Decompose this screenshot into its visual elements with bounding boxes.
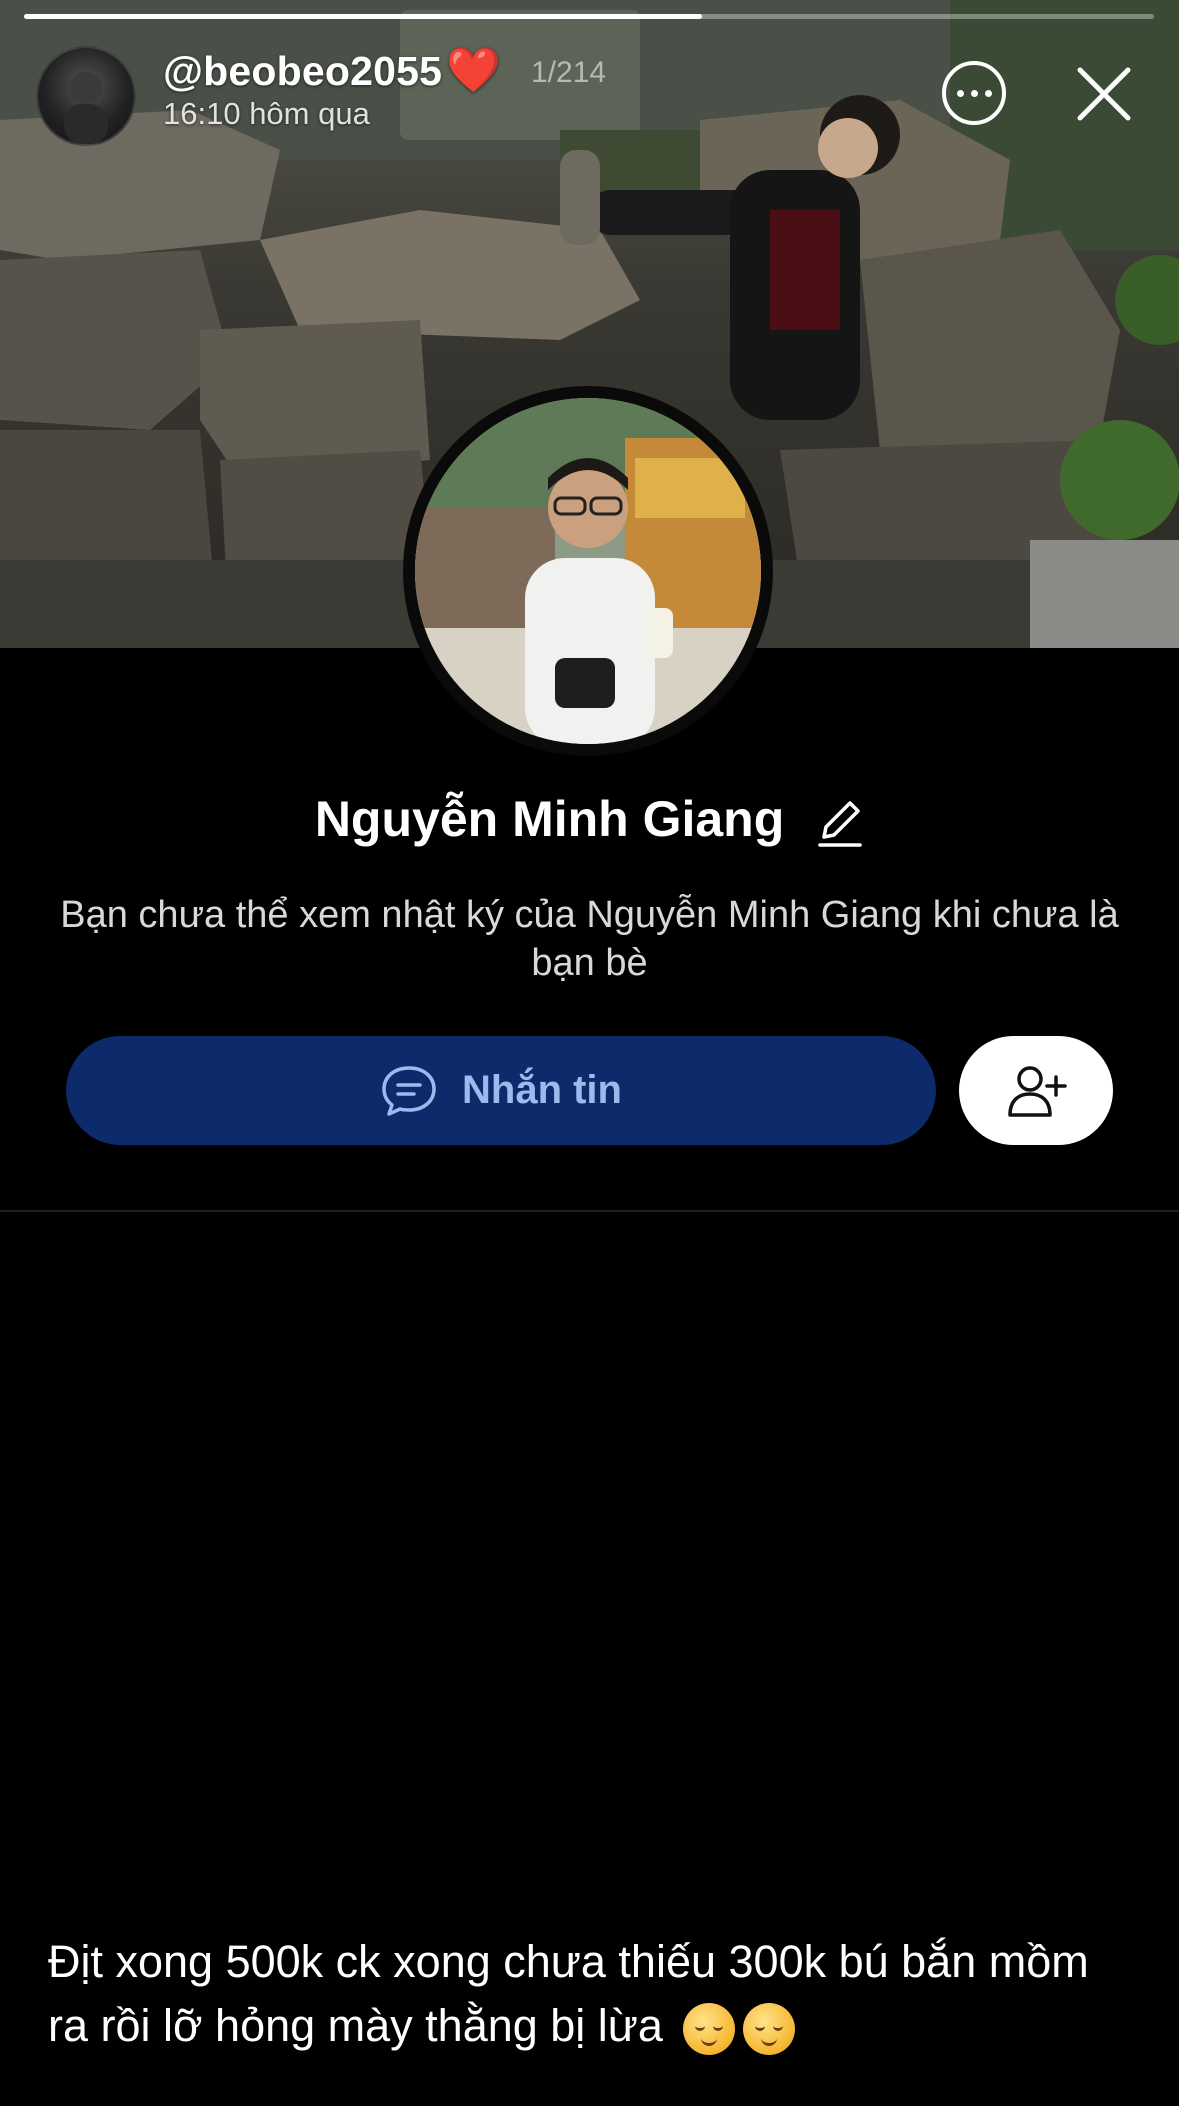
story-caption: Địt xong 500k ck xong chưa thiếu 300k bú… (48, 1930, 1138, 2058)
more-options-icon-dot (970, 89, 978, 97)
heart-emoji: ❤️ (446, 46, 502, 95)
profile-name: Nguyễn Minh Giang (0, 790, 1179, 849)
close-icon (1077, 67, 1131, 121)
edit-pencil-icon[interactable] (816, 797, 864, 849)
caption-text: Địt xong 500k ck xong chưa thiếu 300k bú… (48, 1936, 1089, 2051)
add-friend-icon (1008, 1065, 1067, 1117)
relieved-face-emoji (743, 2003, 796, 2056)
message-button[interactable]: Nhắn tin (66, 1036, 936, 1145)
profile-avatar[interactable] (403, 386, 773, 756)
section-divider (0, 1210, 1179, 1212)
relieved-face-emoji (683, 2003, 736, 2056)
story-timestamp: 16:10 hôm qua (163, 96, 370, 131)
chat-bubble-icon (382, 1065, 436, 1116)
story-counter: 1/214 (531, 56, 607, 89)
friendship-notice: Bạn chưa thể xem nhật ký của Nguyễn Minh… (60, 894, 1119, 984)
avatar-image (64, 72, 108, 144)
profile-avatar-photo (415, 398, 761, 744)
close-button[interactable] (1076, 66, 1132, 122)
more-options-button[interactable] (942, 61, 1006, 125)
profile-name-text: Nguyễn Minh Giang (314, 791, 785, 847)
story-progress-bar (24, 14, 1154, 19)
add-friend-button[interactable] (959, 1036, 1113, 1145)
story-progress-fill (24, 14, 702, 19)
story-username[interactable]: @beobeo2055❤️ (163, 44, 501, 96)
more-options-icon-dot (984, 89, 992, 97)
more-options-icon (956, 89, 964, 97)
message-button-label: Nhắn tin (462, 1068, 622, 1112)
username-text: @beobeo2055 (163, 48, 443, 94)
story-author-avatar[interactable] (36, 46, 136, 146)
profile-photo-illustration (415, 398, 761, 744)
